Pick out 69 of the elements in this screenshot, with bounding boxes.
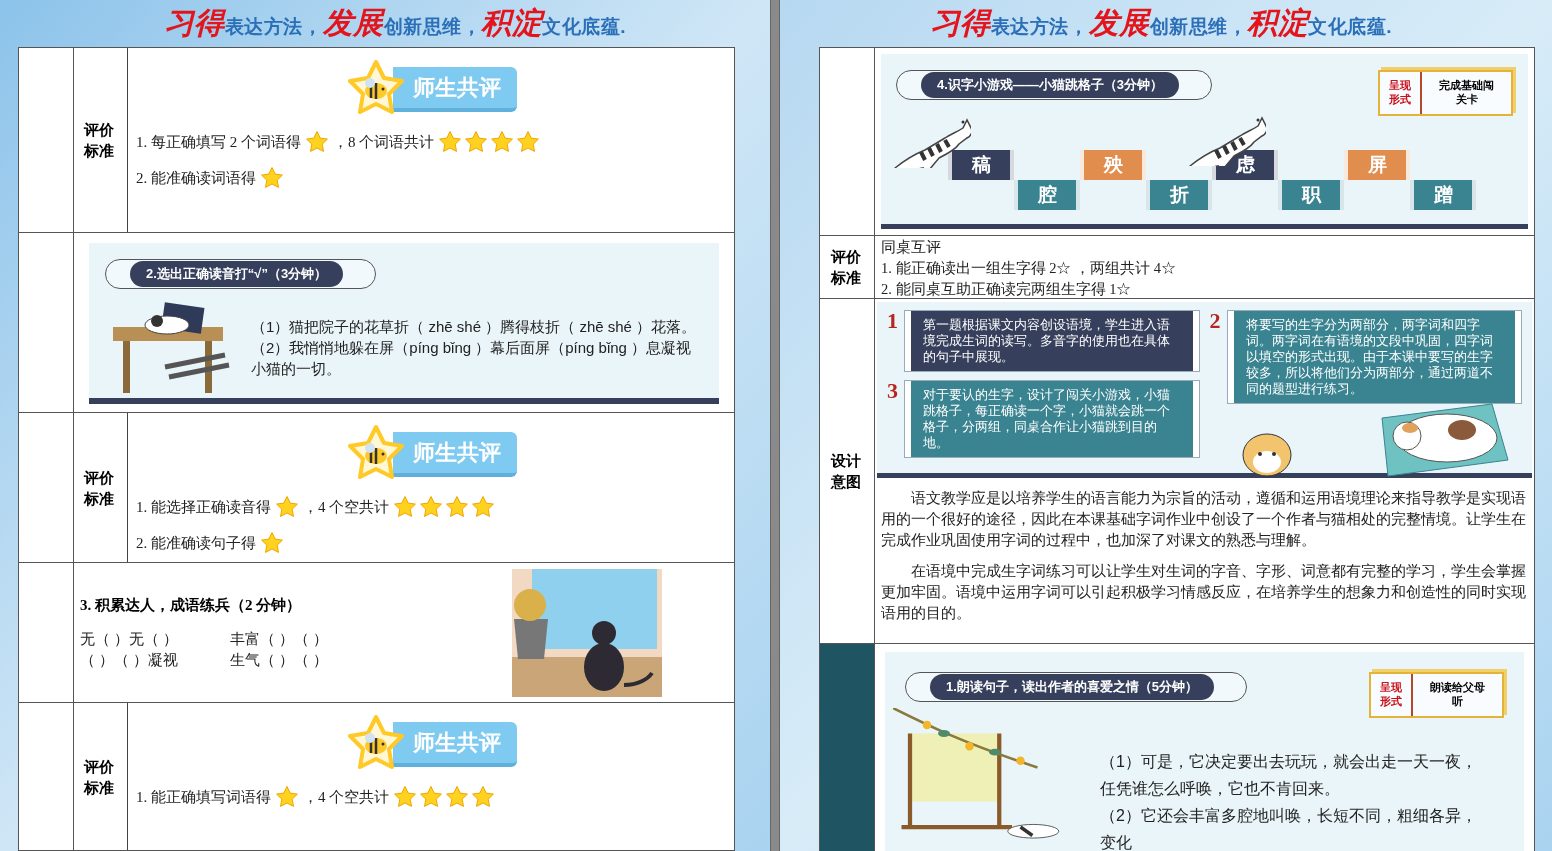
star-icon	[419, 785, 444, 809]
star-icon	[445, 785, 470, 809]
character-tile[interactable]: 折	[1146, 180, 1212, 210]
criterion-text: ，8 个词语共计	[333, 132, 435, 152]
star-icon	[438, 130, 463, 154]
character-tile[interactable]: 腔	[1014, 180, 1080, 210]
banner-title: 习得表达方法，发展创新思维，积淀文化底蕴.	[163, 5, 627, 41]
note-number: 2	[1209, 310, 1221, 332]
section-title: 2.选出正确读音打“√”（3分钟）	[130, 261, 344, 287]
row-label: 评价标准	[84, 467, 115, 509]
format-label: 呈现形式	[1371, 674, 1413, 716]
criterion-text: 2. 能准确读词语得	[136, 168, 256, 188]
star-icon	[471, 785, 496, 809]
format-value: 完成基础闯关卡	[1438, 78, 1495, 107]
format-label: 呈现形式	[1380, 72, 1422, 114]
character-tile[interactable]: 殃	[1080, 150, 1146, 180]
section-title: 4.识字小游戏——小猫跳格子（3分钟）	[921, 72, 1180, 98]
reading-sentence: （2）它还会丰富多腔地叫唤，长短不同，粗细各异，变化	[1100, 806, 1478, 851]
row-label: 评价标准	[84, 120, 115, 161]
exercise-text: （1）猫把院子的花草折（ zhē shé ）腾得枝折（ zhē shé ）花落。	[251, 316, 698, 337]
star-icon	[275, 495, 299, 519]
section-title: 1.朗读句子，读出作者的喜爱之情（5分钟）	[930, 674, 1215, 700]
design-paragraph: 语文教学应是以培养学生的语言能力为宗旨的活动，遵循和运用语境理论来指导教学是实现语用的一个很好的途径，因此在本课基础字词作业中创设了一个作者与猫相处的完整情境。让学生在完成作业巩固使用字词的过程中，也加深了对课文的熟悉与理解。	[881, 489, 1527, 550]
star-icon	[393, 785, 418, 809]
criterion-text: 2. 能准确读句子得	[136, 533, 256, 553]
star-icon	[275, 785, 299, 809]
criterion-text: 1. 能正确填写词语得	[136, 787, 271, 807]
exercise-title: 3. 积累达人，成语练兵（2 分钟）	[80, 596, 303, 616]
star-icon	[516, 130, 541, 154]
star-icon	[260, 166, 284, 190]
criterion-text: 1. 每正确填写 2 个词语得	[136, 132, 301, 152]
criterion-text: 1. 能正确读出一组生字得 2☆ ，两组共计 4☆	[881, 259, 1177, 278]
star-icon	[464, 130, 489, 154]
note-number: 3	[887, 380, 898, 402]
idiom-blank: 无（ ）无（ ）	[80, 629, 179, 649]
star-icon	[445, 495, 470, 519]
character-tile[interactable]: 屏	[1344, 150, 1410, 180]
criterion-text: 1. 能选择正确读音得	[136, 497, 271, 517]
star-icon	[260, 531, 284, 555]
design-paragraph: 在语境中完成生字词练习可以让学生对生词的字音、字形、词意都有完整的学习，学生会掌握更加牢固。语境中运用字词可以引起积极学习情感反应，在培养学生的想象力和创造性的同时实现语用的目的。	[881, 562, 1527, 623]
note-card: 对于要认的生字，设计了闯关小游戏，小猫跳格子，每正确读一个字，小猫就会跳一个格子，分两组，同桌合作让小猫跳到目的地。	[911, 381, 1193, 457]
review-badge: 师生共评	[393, 721, 517, 767]
character-tile[interactable]: 蹭	[1410, 180, 1476, 210]
criterion-text: ，4 个空共计	[303, 787, 390, 807]
review-badge: 师生共评	[393, 431, 517, 477]
star-icon	[305, 130, 329, 154]
character-tile[interactable]: 职	[1278, 180, 1344, 210]
idiom-blank: 丰富（ ）（ ）	[230, 629, 329, 649]
exercise-text: （2）我悄悄地躲在屏（píng bǐng ）幕后面屏（píng bǐng ）息凝视小猫的一切。	[251, 337, 693, 379]
row-label: 评价标准	[830, 247, 862, 288]
reading-sentence: （1）可是，它决定要出去玩玩，就会出走一天一夜，任凭谁怎么呼唤，它也不肯回来。	[1100, 752, 1478, 799]
row-label: 设计意图	[830, 451, 862, 492]
note-card: 将要写的生字分为两部分，两字词和四字词。两字词在有语境的文段中巩固，四字词以填空的形式出现。由于本课中要写的生字较多，所以将他们分为两部分，通过两道不同的题型进行练习。	[1233, 311, 1515, 403]
character-tile[interactable]: 稿	[948, 150, 1014, 180]
star-icon	[419, 495, 444, 519]
note-card: 第一题根据课文内容创设语境，学生进入语境完成生词的读写。多音字的使用也在具体的句子中展现。	[911, 311, 1193, 371]
star-icon	[490, 130, 515, 154]
criterion-text: 2. 能同桌互助正确读完两组生字得 1☆	[881, 280, 1133, 299]
note-number: 1	[887, 310, 898, 332]
row-label: 评价标准	[84, 756, 115, 798]
format-value: 朗读给父母听	[1429, 680, 1486, 709]
idiom-blank: （ ）（ ）凝视	[80, 650, 179, 670]
review-badge: 师生共评	[393, 66, 517, 112]
banner-title: 习得表达方法，发展创新思维，积淀文化底蕴.	[929, 5, 1393, 41]
criterion-text: 同桌互评	[881, 238, 942, 257]
criterion-text: ，4 个空共计	[303, 497, 390, 517]
star-icon	[471, 495, 496, 519]
star-icon	[393, 495, 418, 519]
idiom-blank: 生气（ ）（ ）	[230, 650, 329, 670]
